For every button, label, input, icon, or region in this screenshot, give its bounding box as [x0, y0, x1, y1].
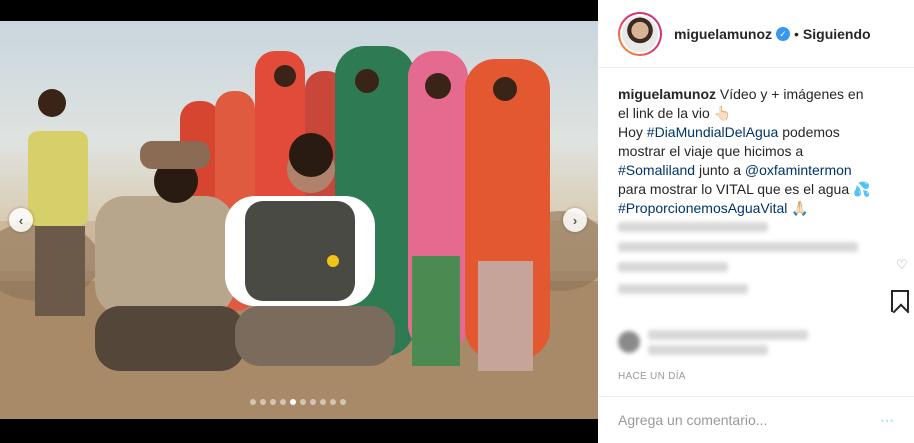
photo-illustration: [0, 46, 598, 419]
caption-username-link[interactable]: miguelamunoz: [618, 86, 716, 102]
chevron-left-icon: ‹: [18, 212, 24, 228]
carousel-dot: [260, 399, 266, 405]
comment-bar: ⋯: [598, 396, 914, 443]
caption-text: 🙏🏻: [787, 200, 809, 216]
carousel-dot: [340, 399, 346, 405]
post-caption: miguelamunoz Vídeo y + imágenes en el li…: [598, 68, 894, 218]
post-sidebar: miguelamunoz ✓ • Siguiendo miguelamunoz …: [598, 0, 914, 443]
chevron-right-icon: ›: [572, 212, 578, 228]
blurred-line: [648, 345, 768, 355]
blurred-line: [618, 262, 728, 272]
carousel-dot: [290, 399, 296, 405]
separator-bullet: •: [794, 25, 799, 42]
post-photo[interactable]: [0, 21, 598, 419]
caption-text: junto a: [695, 162, 745, 178]
carousel-dot: [330, 399, 336, 405]
blurred-line: [618, 242, 858, 252]
post-timestamp: HACE UN DÍA: [618, 371, 686, 382]
blurred-likes-text: [648, 330, 828, 355]
carousel-next-button[interactable]: ›: [563, 208, 587, 232]
carousel-prev-button[interactable]: ‹: [9, 208, 33, 232]
carousel-dot: [310, 399, 316, 405]
hashtag-link[interactable]: #ProporcionemosAguaVital: [618, 200, 787, 216]
comment-input[interactable]: [618, 412, 858, 428]
comment-like-heart-icon[interactable]: ♡: [896, 257, 908, 273]
hashtag-link[interactable]: #DiaMundialDelAgua: [647, 124, 779, 140]
post-header: miguelamunoz ✓ • Siguiendo: [598, 0, 914, 68]
mention-link[interactable]: @oxfamintermon: [745, 162, 852, 178]
photo-viewer: ‹ ›: [0, 0, 598, 443]
follow-status-button[interactable]: Siguiendo: [803, 26, 871, 42]
carousel-dot: [300, 399, 306, 405]
caption-text: Hoy: [618, 124, 647, 140]
carousel-dot: [250, 399, 256, 405]
likes-summary: [618, 330, 828, 355]
caption-text: para mostrar lo VITAL que es el agua 💦: [618, 181, 871, 197]
blurred-comments: [618, 222, 888, 304]
carousel-dot: [270, 399, 276, 405]
avatar-image: [622, 15, 658, 52]
blurred-actions: [618, 284, 748, 294]
avatar[interactable]: [618, 12, 662, 56]
blurred-line: [618, 222, 768, 232]
verified-badge-icon: ✓: [776, 26, 791, 41]
blurred-line: [648, 330, 808, 340]
username-link[interactable]: miguelamunoz: [674, 26, 772, 42]
hashtag-link[interactable]: #Somaliland: [618, 162, 695, 178]
more-options-icon[interactable]: ⋯: [880, 412, 894, 429]
carousel-dot: [280, 399, 286, 405]
liker-avatar: [618, 331, 640, 353]
carousel-dot: [320, 399, 326, 405]
bookmark-icon[interactable]: [891, 290, 909, 312]
carousel-indicator: [250, 399, 346, 405]
